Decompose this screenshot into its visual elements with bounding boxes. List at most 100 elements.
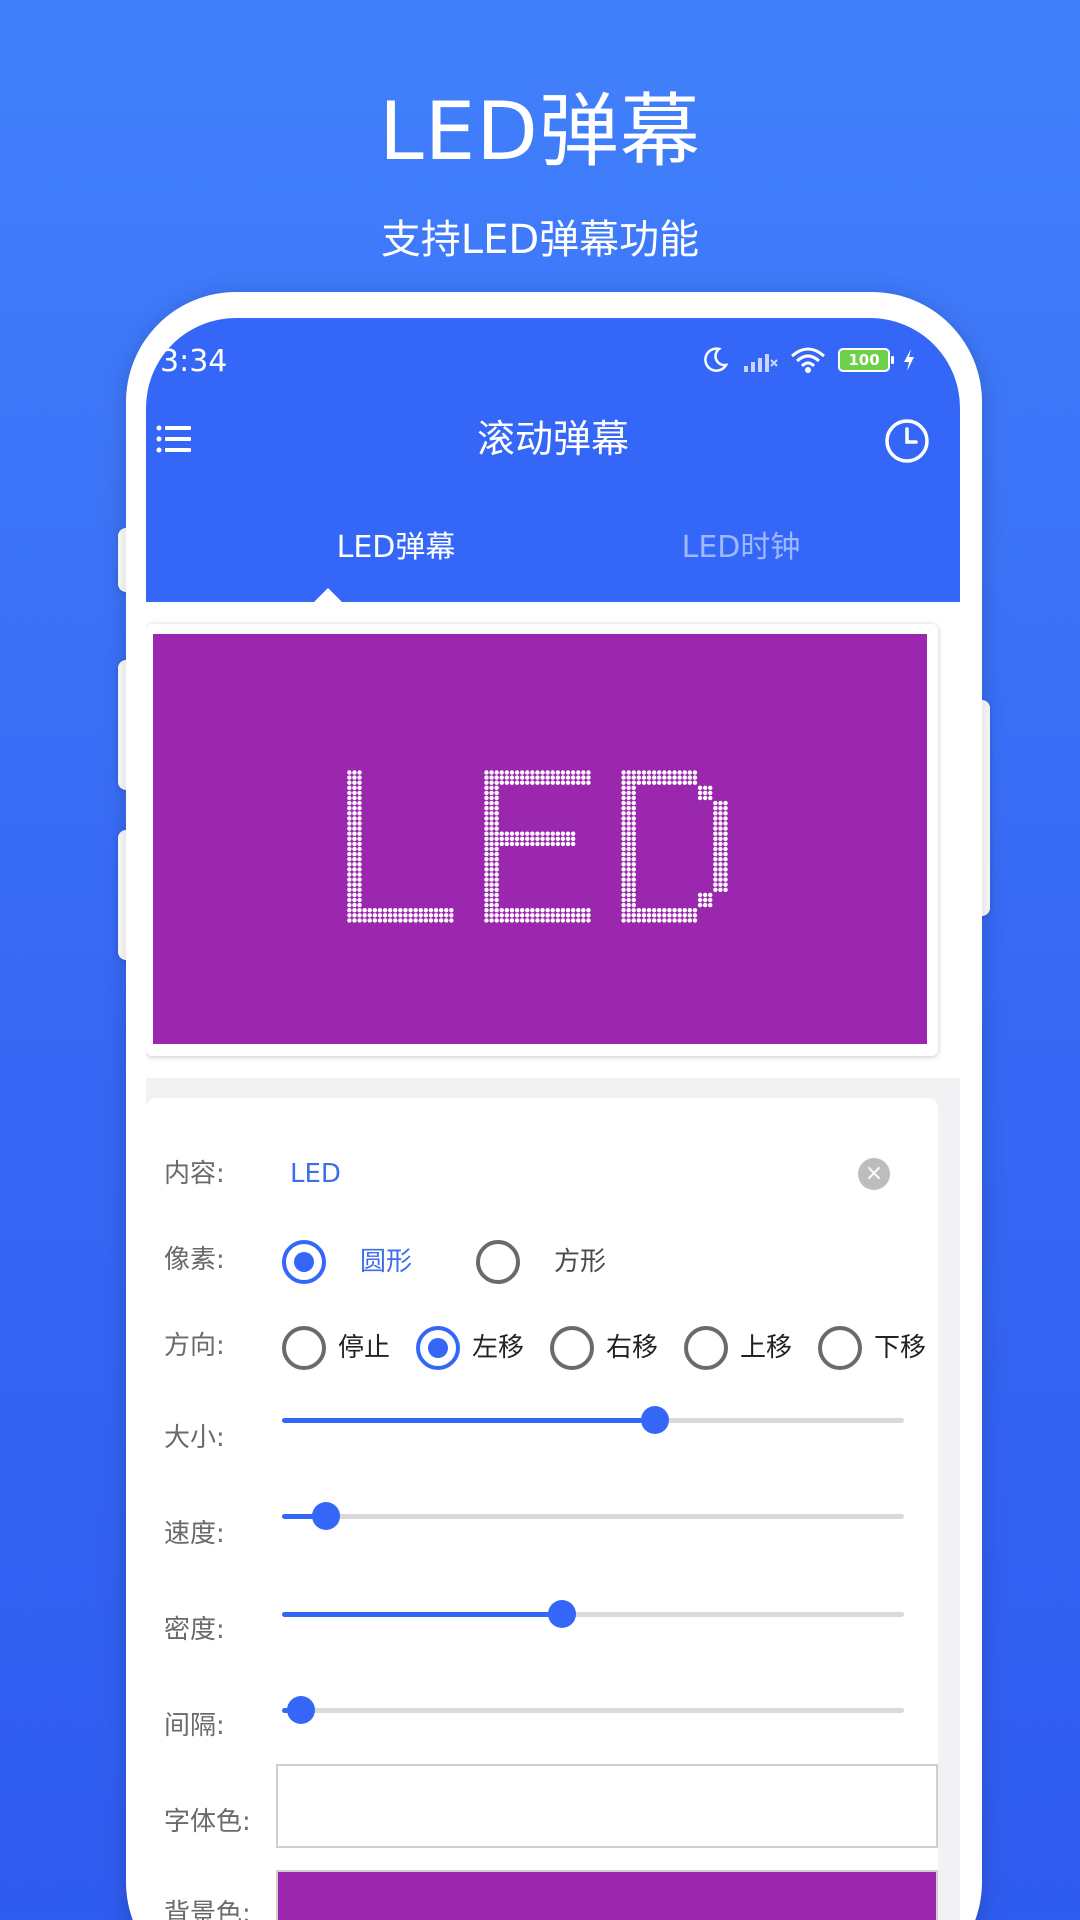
led-dot bbox=[494, 908, 499, 913]
led-dot bbox=[377, 908, 383, 913]
led-dot bbox=[509, 841, 515, 847]
radio-direction-down[interactable] bbox=[818, 1326, 862, 1370]
led-dot bbox=[621, 790, 626, 796]
background-color-picker[interactable] bbox=[276, 1870, 938, 1920]
clock-icon[interactable] bbox=[884, 418, 930, 464]
content-input[interactable]: LED bbox=[290, 1156, 341, 1192]
led-dot bbox=[418, 908, 423, 913]
led-dot bbox=[535, 836, 540, 841]
density-slider-thumb[interactable] bbox=[547, 1600, 576, 1628]
led-dot bbox=[560, 841, 566, 847]
led-dot bbox=[352, 806, 357, 811]
led-dot bbox=[398, 908, 403, 913]
led-dot bbox=[413, 908, 418, 913]
tab-led-danmaku[interactable]: LED弹幕 bbox=[226, 526, 566, 570]
led-dot bbox=[723, 857, 728, 862]
led-dot bbox=[692, 775, 698, 780]
led-dot bbox=[713, 851, 718, 857]
radio-pixel-square-label[interactable]: 方形 bbox=[554, 1244, 606, 1280]
led-dot bbox=[504, 836, 510, 841]
radio-direction-up[interactable] bbox=[684, 1326, 728, 1370]
radio-direction-left[interactable] bbox=[416, 1326, 460, 1370]
radio-direction-down-label[interactable]: 下移 bbox=[874, 1330, 926, 1366]
radio-direction-stop[interactable] bbox=[282, 1326, 326, 1370]
led-dot bbox=[713, 836, 718, 841]
led-dot bbox=[621, 821, 626, 826]
led-dot bbox=[723, 887, 728, 892]
font-color-picker[interactable] bbox=[276, 1764, 938, 1848]
led-dot bbox=[560, 836, 566, 841]
led-dot bbox=[550, 913, 555, 918]
led-dot bbox=[621, 795, 626, 801]
led-dot bbox=[662, 913, 667, 918]
radio-direction-right[interactable] bbox=[550, 1326, 594, 1370]
led-dot bbox=[398, 918, 403, 923]
led-dot bbox=[535, 913, 540, 918]
led-dot bbox=[708, 785, 713, 790]
radio-direction-stop-label[interactable]: 停止 bbox=[338, 1330, 390, 1366]
led-dot bbox=[621, 775, 626, 780]
led-dot bbox=[535, 770, 540, 775]
speed-slider[interactable] bbox=[282, 1502, 904, 1530]
led-dot bbox=[713, 821, 718, 826]
led-dot bbox=[413, 918, 418, 923]
led-dot bbox=[504, 908, 510, 913]
led-dot bbox=[494, 846, 499, 852]
moon-icon bbox=[704, 347, 729, 372]
size-slider[interactable] bbox=[282, 1406, 904, 1434]
clear-icon[interactable]: × bbox=[858, 1158, 890, 1190]
led-dot bbox=[708, 795, 713, 801]
led-dot bbox=[489, 892, 494, 898]
led-dot bbox=[372, 913, 378, 918]
led-dot bbox=[357, 892, 362, 898]
led-dot bbox=[550, 831, 555, 836]
led-dot bbox=[687, 908, 693, 913]
radio-pixel-round-label[interactable]: 圆形 bbox=[360, 1244, 412, 1280]
led-dot bbox=[626, 892, 631, 898]
led-dot bbox=[555, 836, 561, 841]
led-dot bbox=[697, 790, 703, 796]
led-dot bbox=[494, 821, 499, 826]
led-dot bbox=[347, 867, 352, 872]
led-dot bbox=[555, 918, 561, 923]
led-dot bbox=[651, 780, 657, 785]
radio-direction-right-label[interactable]: 右移 bbox=[606, 1330, 658, 1366]
led-dot bbox=[621, 780, 626, 785]
tab-led-clock[interactable]: LED时钟 bbox=[571, 526, 911, 570]
led-dot bbox=[631, 862, 636, 867]
led-dot bbox=[403, 918, 408, 923]
size-slider-thumb[interactable] bbox=[641, 1406, 670, 1434]
interval-slider-thumb[interactable] bbox=[286, 1696, 315, 1724]
led-dot bbox=[484, 908, 489, 913]
led-dot bbox=[484, 918, 489, 923]
led-dot bbox=[357, 770, 362, 775]
led-dot bbox=[631, 806, 636, 811]
wifi-icon bbox=[791, 347, 825, 373]
led-dot bbox=[723, 872, 728, 877]
led-dot bbox=[672, 770, 677, 775]
led-dot bbox=[641, 775, 647, 780]
led-dot bbox=[718, 857, 723, 862]
led-dot bbox=[565, 913, 571, 918]
density-slider[interactable] bbox=[282, 1600, 904, 1628]
led-dot bbox=[708, 902, 713, 908]
led-dot bbox=[631, 908, 636, 913]
radio-direction-up-label[interactable]: 上移 bbox=[740, 1330, 792, 1366]
speed-slider-thumb[interactable] bbox=[311, 1502, 340, 1530]
led-dot bbox=[489, 785, 494, 790]
led-dot bbox=[494, 795, 499, 801]
led-dot bbox=[702, 785, 708, 790]
led-dot bbox=[565, 908, 571, 913]
radio-pixel-square[interactable] bbox=[476, 1240, 520, 1284]
led-dot bbox=[550, 770, 555, 775]
led-dot bbox=[631, 836, 636, 841]
led-dot bbox=[713, 811, 718, 816]
interval-slider[interactable] bbox=[282, 1696, 904, 1724]
led-dot bbox=[352, 862, 357, 867]
radio-direction-left-label[interactable]: 左移 bbox=[472, 1330, 524, 1366]
led-dot bbox=[489, 851, 494, 857]
radio-pixel-round[interactable] bbox=[282, 1240, 326, 1284]
led-dot bbox=[408, 908, 413, 913]
led-dot bbox=[672, 918, 677, 923]
led-dot bbox=[530, 918, 535, 923]
